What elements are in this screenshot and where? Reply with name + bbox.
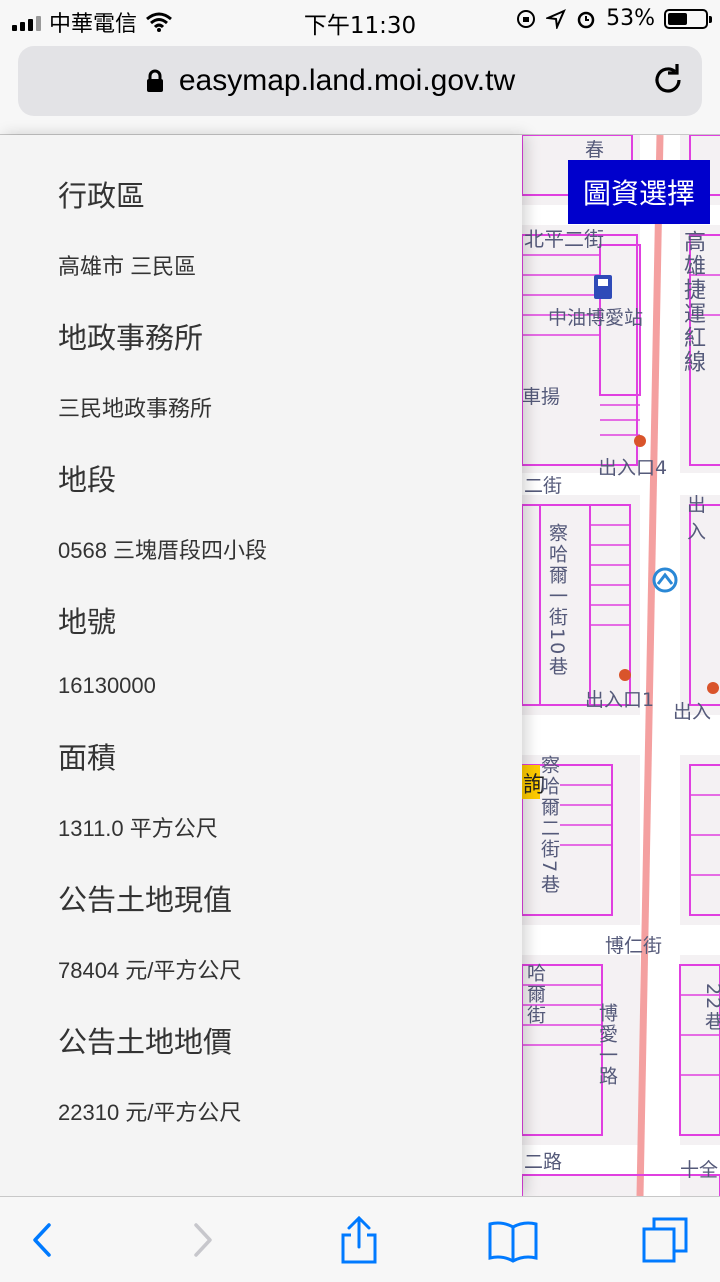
map-label-bottom-right: 十全 (680, 1159, 719, 1181)
map-label-lane-2: 察哈爾二街7巷 (538, 755, 560, 896)
location-icon (546, 8, 567, 29)
field-title-area: 面積 (58, 743, 117, 775)
field-title-land-price: 公告土地地價 (58, 1027, 233, 1059)
browser-toolbar (0, 1196, 720, 1282)
share-icon[interactable] (334, 1215, 384, 1265)
field-title-land-office: 地政事務所 (58, 323, 204, 355)
lock-icon (146, 69, 163, 92)
map-label-bottom-road: 二路 (524, 1151, 563, 1173)
map-label-exit1: 出入口1 (585, 689, 655, 711)
field-title-district: 行政區 (58, 181, 146, 213)
map-label-exit-right2: 出入 (673, 701, 712, 723)
field-value-land-price: 22310 元/平方公尺 (58, 1100, 242, 1125)
battery-icon (664, 8, 712, 29)
bookmarks-icon[interactable] (486, 1215, 540, 1265)
map-label-exit-right: 出入 (687, 494, 707, 543)
field-title-current-value: 公告土地現值 (58, 885, 233, 917)
browser-nav-bar: easymap.land.moi.gov.tw (0, 40, 720, 135)
battery-percent: 53% (606, 6, 655, 31)
map-label-top: 春 (585, 139, 605, 161)
reload-icon[interactable] (648, 60, 688, 100)
parcel-info-panel: 行政區 高雄市 三民區 地政事務所 三民地政事務所 地段 0568 三塊厝段四小… (0, 135, 522, 1196)
layer-select-button[interactable]: 圖資選擇 (568, 160, 710, 224)
map-label-bourn-street: 博仁街 (605, 935, 663, 957)
url-text: easymap.land.moi.gov.tw (178, 64, 516, 97)
field-value-land-office: 三民地政事務所 (58, 396, 213, 421)
url-bar[interactable]: easymap.land.moi.gov.tw (18, 46, 702, 116)
back-icon[interactable] (17, 1215, 67, 1265)
forward-icon[interactable] (178, 1215, 228, 1265)
rotation-lock-icon (517, 9, 536, 28)
tabs-icon[interactable] (640, 1215, 690, 1265)
map-label-station: 中油博愛站 (548, 307, 644, 329)
map-label-avenue: 博愛一路 (596, 1003, 618, 1087)
status-bar: 中華電信 下午11:30 53% (0, 0, 720, 40)
status-right: 53% (515, 6, 712, 31)
map-label-partial-street: 二街 (524, 475, 563, 497)
field-value-district: 高雄市 三民區 (58, 254, 197, 279)
battery-fill (668, 12, 688, 25)
field-value-area: 1311.0 平方公尺 (58, 816, 218, 841)
field-title-lot-number: 地號 (58, 607, 117, 639)
map-label-lane-1: 察哈爾一街10巷 (546, 523, 568, 678)
map-label-exit4: 出入口4 (598, 457, 668, 479)
map-label-right-lane: 22巷 (702, 983, 720, 1033)
map-label-partial-left: 車揚 (522, 386, 561, 408)
map-label-side-lane: 哈爾街 (524, 963, 546, 1026)
map-label-street-north: 北平二街 (524, 227, 604, 251)
field-value-section: 0568 三塊厝段四小段 (58, 538, 268, 563)
map-label-mrt-line: 高雄捷運紅線 (680, 230, 705, 374)
field-value-current-value: 78404 元/平方公尺 (58, 958, 242, 983)
field-title-section: 地段 (58, 465, 117, 497)
field-value-lot-number: 16130000 (58, 673, 156, 698)
alarm-icon (577, 11, 595, 28)
